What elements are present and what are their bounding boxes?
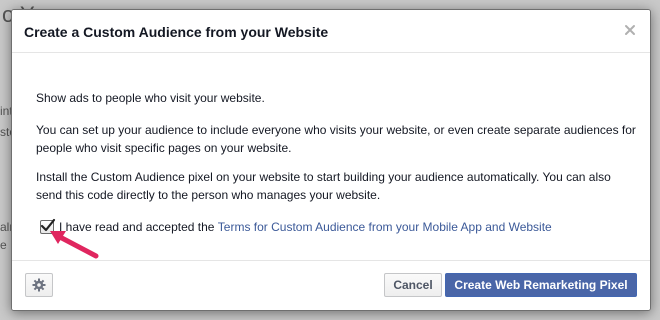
setup-text: You can set up your audience to include … [36, 123, 636, 155]
cancel-button[interactable]: Cancel [384, 273, 442, 297]
settings-button[interactable] [25, 273, 53, 297]
create-pixel-button[interactable]: Create Web Remarketing Pixel [445, 273, 637, 297]
gear-icon [32, 278, 46, 292]
custom-audience-dialog: Create a Custom Audience from your Websi… [11, 9, 651, 311]
intro-text: Show ads to people who visit your websit… [36, 91, 265, 105]
install-text: Install the Custom Audience pixel on you… [36, 170, 611, 202]
terms-link[interactable]: Terms for Custom Audience from your Mobi… [218, 220, 552, 234]
dialog-footer: Cancel Create Web Remarketing Pixel [12, 260, 650, 310]
checkmark-icon [40, 218, 56, 232]
terms-row: I have read and accepted the Terms for C… [40, 218, 552, 236]
dialog-header: Create a Custom Audience from your Websi… [12, 10, 650, 53]
dialog-title: Create a Custom Audience from your Websi… [24, 24, 329, 40]
terms-prefix: I have read and accepted the [59, 220, 215, 234]
close-icon[interactable] [622, 22, 638, 38]
terms-checkbox[interactable] [40, 218, 56, 234]
background-text: e [0, 238, 7, 252]
